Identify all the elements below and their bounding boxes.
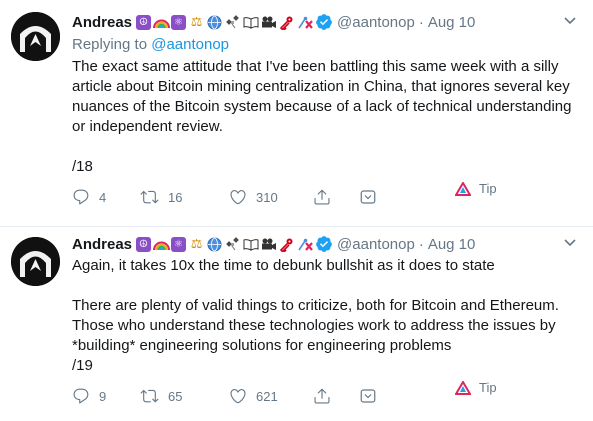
retweet-icon xyxy=(140,188,159,206)
tip-label: Tip xyxy=(479,380,497,395)
like-button[interactable]: 310 xyxy=(229,188,278,206)
tweet-timestamp[interactable]: Aug 10 xyxy=(428,236,476,253)
reply-count: 4 xyxy=(99,189,107,205)
avatar[interactable] xyxy=(11,237,60,286)
balance-scale-icon: ⚖ xyxy=(190,236,203,252)
peace-symbol-icon: ☮ xyxy=(136,14,152,30)
atom-symbol-icon: ⚛ xyxy=(171,236,187,252)
tweet-timestamp[interactable]: Aug 10 xyxy=(428,14,476,31)
balance-scale-icon: ⚖ xyxy=(190,14,203,30)
tweet-text: The exact same attitude that I've been b… xyxy=(72,57,587,177)
tweet-paragraph: /19 xyxy=(72,357,93,374)
reply-mention-link[interactable]: @aantonop xyxy=(151,36,229,53)
like-count: 310 xyxy=(256,189,278,205)
satellite-icon xyxy=(224,14,241,31)
reply-icon xyxy=(72,387,90,405)
share-icon xyxy=(313,387,331,405)
heart-icon xyxy=(229,188,247,206)
inbox-icon xyxy=(359,188,377,206)
user-handle[interactable]: @aantonop xyxy=(337,236,415,253)
separator-dot: · xyxy=(418,13,424,31)
save-button[interactable] xyxy=(359,387,377,405)
rainbow-icon xyxy=(153,236,171,253)
open-book-icon xyxy=(242,236,259,253)
rainbow-icon xyxy=(153,14,171,31)
reply-icon xyxy=(72,188,90,206)
like-button[interactable]: 621 xyxy=(229,387,278,405)
tweet[interactable]: Andreas ☮ ⚛ ⚖ xyxy=(0,227,593,421)
globe-with-meridians-icon xyxy=(206,14,223,31)
open-book-icon xyxy=(242,14,259,31)
like-count: 621 xyxy=(256,388,278,404)
retweet-button[interactable]: 65 xyxy=(140,387,182,405)
movie-camera-icon xyxy=(260,236,277,253)
user-handle[interactable]: @aantonop xyxy=(337,14,415,31)
peace-symbol-icon: ☮ xyxy=(136,236,152,252)
tweet-text: Again, it takes 10x the time to debunk b… xyxy=(72,256,587,376)
heart-icon xyxy=(229,387,247,405)
chevron-down-icon[interactable] xyxy=(563,235,577,254)
retweet-icon xyxy=(140,387,159,405)
timeline: Andreas ☮ ⚛ ⚖ @aantonop · Aug 10 Replyin… xyxy=(0,0,593,421)
separator-dot: · xyxy=(418,235,424,253)
share-button[interactable] xyxy=(313,387,331,405)
reply-context: Replying to @aantonop xyxy=(72,36,229,53)
key-icon xyxy=(278,236,295,253)
verified-badge-icon xyxy=(315,13,333,31)
retweet-count: 16 xyxy=(168,189,183,205)
chevron-down-icon[interactable] xyxy=(563,13,577,32)
tweet[interactable]: Andreas ☮ ⚛ ⚖ xyxy=(0,0,593,227)
share-button[interactable] xyxy=(313,188,331,206)
pin-and-cross-icon xyxy=(296,236,313,253)
tweet-paragraph: Again, it takes 10x the time to debunk b… xyxy=(72,257,495,274)
inbox-icon xyxy=(359,387,377,405)
tip-triangle-icon xyxy=(455,181,471,196)
tweet-actions: 4 16 310 Tip xyxy=(72,181,587,209)
tweet-paragraph: The exact same attitude that I've been b… xyxy=(72,58,572,135)
save-button[interactable] xyxy=(359,188,377,206)
share-icon xyxy=(313,188,331,206)
tweet-paragraph: /18 xyxy=(72,158,93,175)
reply-button[interactable]: 9 xyxy=(72,387,106,405)
tweet-paragraph: There are plenty of valid things to crit… xyxy=(72,297,559,354)
avatar[interactable] xyxy=(11,12,60,61)
key-icon xyxy=(278,14,295,31)
retweet-button[interactable]: 16 xyxy=(140,188,182,206)
display-name[interactable]: Andreas xyxy=(72,14,132,31)
reply-count: 9 xyxy=(99,388,107,404)
tip-label: Tip xyxy=(479,181,497,196)
atom-symbol-icon: ⚛ xyxy=(171,14,187,30)
satellite-icon xyxy=(224,236,241,253)
pin-and-cross-icon xyxy=(296,14,313,31)
reply-prefix: Replying to xyxy=(72,36,148,53)
tweet-actions: 9 65 621 Tip xyxy=(72,380,587,408)
tip-button[interactable]: Tip xyxy=(455,181,497,196)
retweet-count: 65 xyxy=(168,388,183,404)
reply-button[interactable]: 4 xyxy=(72,188,106,206)
tweet-header: Andreas ☮ ⚛ ⚖ @aantonop · Aug 10 xyxy=(72,233,593,255)
globe-with-meridians-icon xyxy=(206,236,223,253)
tip-triangle-icon xyxy=(455,380,471,395)
verified-badge-icon xyxy=(315,235,333,253)
movie-camera-icon xyxy=(260,14,277,31)
tweet-header: Andreas ☮ ⚛ ⚖ @aantonop · Aug 10 xyxy=(72,11,593,33)
tip-button[interactable]: Tip xyxy=(455,380,497,395)
display-name[interactable]: Andreas xyxy=(72,236,132,253)
